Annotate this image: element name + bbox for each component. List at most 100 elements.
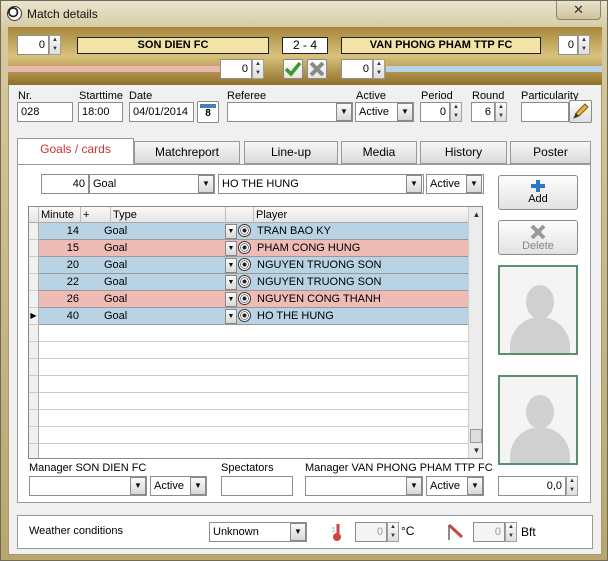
row-selector[interactable]: [29, 274, 39, 291]
temperature-spinner[interactable]: ▲ ▼: [387, 522, 399, 542]
empty-row[interactable]: [39, 444, 469, 458]
active-dropdown-icon[interactable]: ▼: [397, 103, 413, 121]
tab-goals-cards[interactable]: Goals / cards: [17, 138, 134, 165]
cancel-button[interactable]: [307, 59, 327, 79]
row-selector[interactable]: [29, 410, 39, 427]
row-selector[interactable]: [29, 376, 39, 393]
table-row[interactable]: 14 Goal ▼ TRAN BAO KY: [39, 223, 469, 240]
row-player: NGUYEN TRUONG SON: [257, 259, 382, 271]
wind-spinner[interactable]: ▲ ▼: [505, 522, 517, 542]
minute-input[interactable]: 40: [41, 174, 89, 194]
away-sub-spinner[interactable]: ▲ ▼: [373, 59, 385, 79]
row-selector[interactable]: [29, 325, 39, 342]
row-selector[interactable]: ▶: [29, 308, 39, 325]
row-selector[interactable]: [29, 444, 39, 458]
period-spinner[interactable]: ▲ ▼: [450, 102, 462, 122]
type-dropdown-icon[interactable]: ▼: [198, 175, 214, 193]
round-spinner[interactable]: ▲ ▼: [495, 102, 507, 122]
round-input[interactable]: 6: [471, 102, 495, 122]
away-extra-spinner[interactable]: ▲ ▼: [578, 35, 590, 55]
row-type: Goal: [104, 242, 128, 254]
player-select[interactable]: HO THE HUNG: [218, 174, 424, 194]
weather-dropdown-icon[interactable]: ▼: [290, 523, 306, 541]
away-sub-input[interactable]: 0: [341, 59, 373, 79]
player-dropdown-icon[interactable]: ▼: [406, 175, 422, 193]
starttime-input[interactable]: 18:00: [78, 102, 123, 122]
close-button[interactable]: ✕: [556, 1, 601, 20]
status-dropdown-icon[interactable]: ▼: [466, 175, 482, 193]
header-type[interactable]: Type: [111, 207, 226, 223]
home-extra-input[interactable]: 0: [17, 35, 49, 55]
empty-row[interactable]: [39, 325, 469, 342]
round-label: Round: [472, 90, 505, 102]
add-button[interactable]: Add: [498, 175, 578, 210]
empty-row[interactable]: [39, 342, 469, 359]
row-selector[interactable]: [29, 257, 39, 274]
row-selector[interactable]: [29, 223, 39, 240]
empty-row[interactable]: [39, 410, 469, 427]
table-row[interactable]: 20 Goal ▼ NGUYEN TRUONG SON: [39, 257, 469, 274]
row-selector[interactable]: [29, 393, 39, 410]
edit-particularity-button[interactable]: [569, 100, 592, 123]
home-sub-input[interactable]: 0: [220, 59, 252, 79]
empty-row[interactable]: [39, 359, 469, 376]
row-selector[interactable]: [29, 240, 39, 257]
empty-row[interactable]: [39, 427, 469, 444]
header-plus[interactable]: +: [81, 207, 111, 223]
tab-history[interactable]: History: [420, 141, 507, 164]
row-type-dropdown-icon[interactable]: ▼: [225, 224, 237, 239]
home-status-dropdown-icon[interactable]: ▼: [190, 477, 206, 495]
delete-x-icon: [530, 224, 546, 240]
tab-media[interactable]: Media: [341, 141, 417, 164]
empty-row[interactable]: [39, 376, 469, 393]
away-manager-dropdown-icon[interactable]: ▼: [406, 477, 422, 495]
scroll-thumb[interactable]: [470, 429, 482, 443]
referee-select[interactable]: [227, 102, 353, 122]
home-manager-dropdown-icon[interactable]: ▼: [130, 477, 146, 495]
tab-line-up[interactable]: Line-up: [244, 141, 338, 164]
grid-scrollbar[interactable]: ▲ ▼: [468, 207, 482, 458]
wind-input[interactable]: 0: [473, 522, 505, 542]
table-row[interactable]: 22 Goal ▼ NGUYEN TRUONG SON: [39, 274, 469, 291]
nr-input[interactable]: 028: [17, 102, 73, 122]
header-player[interactable]: Player: [254, 207, 469, 223]
row-type-dropdown-icon[interactable]: ▼: [225, 292, 237, 307]
row-type-dropdown-icon[interactable]: ▼: [225, 258, 237, 273]
table-row[interactable]: 26 Goal ▼ NGUYEN CONG THANH: [39, 291, 469, 308]
home-sub-spinner[interactable]: ▲ ▼: [252, 59, 264, 79]
football-icon: [7, 6, 22, 21]
row-selector[interactable]: [29, 427, 39, 444]
date-input[interactable]: 04/01/2014: [129, 102, 194, 122]
particularity-input[interactable]: [521, 102, 569, 122]
row-selector[interactable]: [29, 359, 39, 376]
row-selector[interactable]: [29, 342, 39, 359]
period-input[interactable]: 0: [420, 102, 450, 122]
nr-label: Nr.: [18, 90, 33, 102]
tab-matchreport[interactable]: Matchreport: [134, 141, 240, 164]
row-player: NGUYEN TRUONG SON: [257, 276, 382, 288]
row-type-dropdown-icon[interactable]: ▼: [225, 275, 237, 290]
away-status-dropdown-icon[interactable]: ▼: [467, 477, 483, 495]
row-type-dropdown-icon[interactable]: ▼: [225, 309, 237, 324]
home-extra-spinner[interactable]: ▲ ▼: [49, 35, 61, 55]
away-extra-input[interactable]: 0: [558, 35, 578, 55]
type-select[interactable]: Goal: [89, 174, 215, 194]
spectators-input[interactable]: [221, 476, 293, 496]
table-row[interactable]: 40 Goal ▼ HO THE HUNG: [39, 308, 469, 325]
scroll-up-icon[interactable]: ▲: [469, 207, 482, 222]
home-team-name: SON DIEN FC: [77, 37, 269, 54]
empty-row[interactable]: [39, 393, 469, 410]
calendar-button[interactable]: 8: [197, 101, 219, 123]
row-selector[interactable]: [29, 291, 39, 308]
scroll-down-icon[interactable]: ▼: [469, 443, 482, 458]
row-type-dropdown-icon[interactable]: ▼: [225, 241, 237, 256]
header-minute[interactable]: Minute: [39, 207, 81, 223]
temperature-input[interactable]: 0: [355, 522, 387, 542]
rating-spinner[interactable]: ▲ ▼: [566, 476, 578, 496]
confirm-button[interactable]: [283, 59, 303, 79]
rating-input[interactable]: 0,0: [498, 476, 566, 496]
table-row[interactable]: 15 Goal ▼ PHAM CONG HUNG: [39, 240, 469, 257]
referee-dropdown-icon[interactable]: ▼: [336, 103, 352, 121]
delete-button[interactable]: Delete: [498, 220, 578, 255]
tab-poster[interactable]: Poster: [510, 141, 591, 164]
